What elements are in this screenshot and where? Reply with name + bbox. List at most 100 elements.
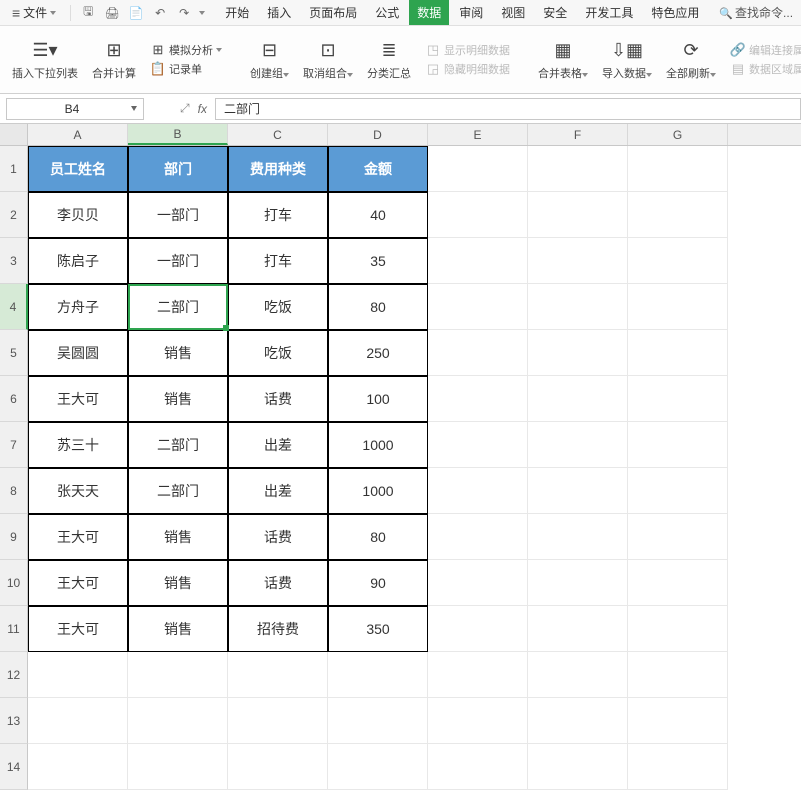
data-cell[interactable] <box>628 560 728 606</box>
row-header[interactable]: 13 <box>0 698 28 744</box>
header-cell[interactable] <box>628 146 728 192</box>
import-data-button[interactable]: ⇩▦ 导入数据 <box>598 37 656 83</box>
empty-cell[interactable] <box>328 652 428 698</box>
row-header[interactable]: 4 <box>0 284 28 330</box>
fx-label[interactable]: fx <box>198 102 207 116</box>
row-header[interactable]: 1 <box>0 146 28 192</box>
data-cell[interactable] <box>528 606 628 652</box>
data-cell[interactable]: 100 <box>328 376 428 422</box>
data-cell[interactable] <box>428 514 528 560</box>
data-cell[interactable]: 打车 <box>228 238 328 284</box>
empty-cell[interactable] <box>228 744 328 790</box>
empty-cell[interactable] <box>628 652 728 698</box>
data-cell[interactable]: 陈启子 <box>28 238 128 284</box>
data-cell[interactable]: 销售 <box>128 330 228 376</box>
data-cell[interactable]: 方舟子 <box>28 284 128 330</box>
tab-view[interactable]: 视图 <box>493 0 533 25</box>
file-menu[interactable]: 文件 <box>6 2 62 23</box>
undo-icon[interactable]: ↶ <box>151 4 169 22</box>
data-cell[interactable] <box>628 468 728 514</box>
empty-cell[interactable] <box>528 698 628 744</box>
data-cell[interactable]: 话费 <box>228 560 328 606</box>
empty-cell[interactable] <box>28 744 128 790</box>
data-cell[interactable] <box>428 238 528 284</box>
data-cell[interactable]: 销售 <box>128 514 228 560</box>
data-cell[interactable]: 一部门 <box>128 192 228 238</box>
empty-cell[interactable] <box>328 744 428 790</box>
data-cell[interactable]: 话费 <box>228 376 328 422</box>
data-cell[interactable] <box>528 192 628 238</box>
data-cell[interactable] <box>428 284 528 330</box>
col-header-A[interactable]: A <box>28 124 128 145</box>
empty-cell[interactable] <box>128 744 228 790</box>
data-cell[interactable] <box>428 560 528 606</box>
data-cell[interactable] <box>628 606 728 652</box>
data-cell[interactable] <box>428 330 528 376</box>
data-cell[interactable] <box>628 422 728 468</box>
header-cell[interactable]: 费用种类 <box>228 146 328 192</box>
data-cell[interactable] <box>428 192 528 238</box>
data-cell[interactable] <box>628 192 728 238</box>
data-cell[interactable] <box>528 376 628 422</box>
col-header-G[interactable]: G <box>628 124 728 145</box>
name-box[interactable]: B4 <box>6 98 144 120</box>
data-cell[interactable] <box>628 238 728 284</box>
create-group-button[interactable]: ⊟ 创建组 <box>246 37 293 83</box>
simulate-button[interactable]: ⊞模拟分析 <box>150 42 222 58</box>
tab-data[interactable]: 数据 <box>409 0 449 25</box>
quick-dropdown-icon[interactable] <box>199 11 205 15</box>
data-cell[interactable]: 王大可 <box>28 514 128 560</box>
data-cell[interactable] <box>628 514 728 560</box>
empty-cell[interactable] <box>528 652 628 698</box>
empty-cell[interactable] <box>28 652 128 698</box>
insert-dropdown-button[interactable]: ☰▾ 插入下拉列表 <box>8 37 82 83</box>
data-cell[interactable] <box>528 514 628 560</box>
data-cell[interactable] <box>428 422 528 468</box>
empty-cell[interactable] <box>428 744 528 790</box>
col-header-C[interactable]: C <box>228 124 328 145</box>
data-cell[interactable]: 吴圆圆 <box>28 330 128 376</box>
data-cell[interactable] <box>528 238 628 284</box>
data-cell[interactable]: 张天天 <box>28 468 128 514</box>
data-cell[interactable]: 1000 <box>328 468 428 514</box>
col-header-B[interactable]: B <box>128 124 228 145</box>
col-header-E[interactable]: E <box>428 124 528 145</box>
data-cell[interactable]: 吃饭 <box>228 284 328 330</box>
tab-featured[interactable]: 特色应用 <box>643 0 707 25</box>
select-all-corner[interactable] <box>0 124 28 145</box>
refresh-all-button[interactable]: ⟳ 全部刷新 <box>662 37 720 83</box>
empty-cell[interactable] <box>328 698 428 744</box>
empty-cell[interactable] <box>128 652 228 698</box>
row-header[interactable]: 9 <box>0 514 28 560</box>
header-cell[interactable]: 部门 <box>128 146 228 192</box>
header-cell[interactable]: 金额 <box>328 146 428 192</box>
data-cell[interactable]: 吃饭 <box>228 330 328 376</box>
empty-cell[interactable] <box>128 698 228 744</box>
data-cell[interactable] <box>528 284 628 330</box>
data-cell[interactable]: 80 <box>328 514 428 560</box>
empty-cell[interactable] <box>628 698 728 744</box>
ungroup-button[interactable]: ⊡ 取消组合 <box>299 37 357 83</box>
preview-icon[interactable]: 📄 <box>127 4 145 22</box>
data-cell[interactable] <box>528 468 628 514</box>
tab-formula[interactable]: 公式 <box>367 0 407 25</box>
empty-cell[interactable] <box>228 652 328 698</box>
tab-dev[interactable]: 开发工具 <box>577 0 641 25</box>
save-icon[interactable]: 🖫 <box>79 4 97 22</box>
data-cell[interactable]: 80 <box>328 284 428 330</box>
record-button[interactable]: 📋记录单 <box>150 61 222 77</box>
row-header[interactable]: 5 <box>0 330 28 376</box>
subtotal-button[interactable]: ≣ 分类汇总 <box>363 37 415 83</box>
data-cell[interactable]: 王大可 <box>28 376 128 422</box>
row-header[interactable]: 8 <box>0 468 28 514</box>
col-header-F[interactable]: F <box>528 124 628 145</box>
print-icon[interactable]: 🖨 <box>103 4 121 22</box>
header-cell[interactable] <box>528 146 628 192</box>
empty-cell[interactable] <box>528 744 628 790</box>
data-cell[interactable]: 350 <box>328 606 428 652</box>
data-cell[interactable]: 出差 <box>228 468 328 514</box>
header-cell[interactable] <box>428 146 528 192</box>
data-cell[interactable] <box>428 376 528 422</box>
empty-cell[interactable] <box>428 698 528 744</box>
header-cell[interactable]: 员工姓名 <box>28 146 128 192</box>
